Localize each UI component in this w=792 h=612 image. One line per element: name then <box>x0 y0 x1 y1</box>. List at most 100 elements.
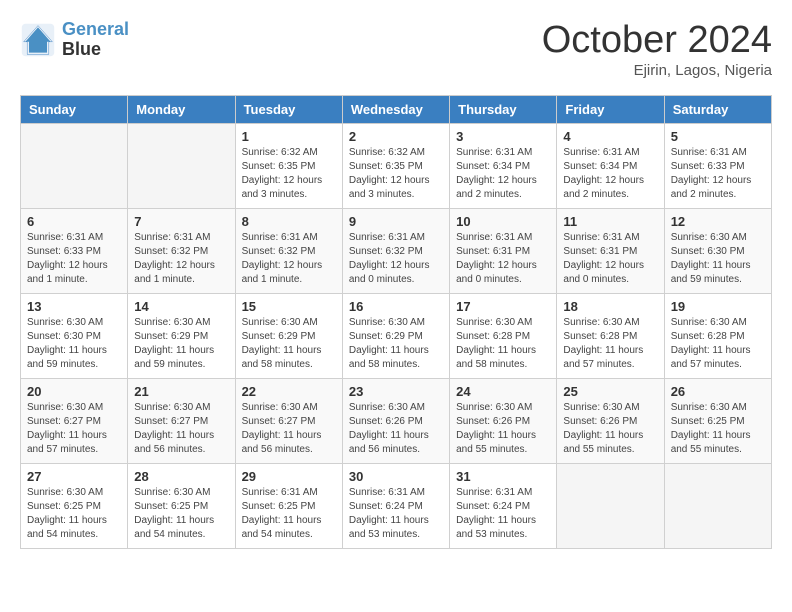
calendar-cell: 25 Sunrise: 6:30 AMSunset: 6:26 PMDayligh… <box>557 378 664 463</box>
day-number: 5 <box>671 129 765 144</box>
cell-info: Sunrise: 6:31 AMSunset: 6:31 PMDaylight:… <box>456 231 550 287</box>
day-number: 24 <box>456 384 550 399</box>
calendar-cell: 9 Sunrise: 6:31 AMSunset: 6:32 PMDaylight… <box>342 208 449 293</box>
calendar-week-row: 20 Sunrise: 6:30 AMSunset: 6:27 PMDayligh… <box>21 378 772 463</box>
calendar-cell: 3Sunrise: 6:31 AMSunset: 6:34 PMDaylight… <box>450 123 557 208</box>
day-number: 22 <box>242 384 336 399</box>
day-number: 26 <box>671 384 765 399</box>
cell-info: Sunrise: 6:31 AMSunset: 6:32 PMDaylight:… <box>134 231 228 287</box>
cell-info: Sunrise: 6:30 AMSunset: 6:29 PMDaylight:… <box>349 316 443 372</box>
calendar-week-row: 6 Sunrise: 6:31 AMSunset: 6:33 PMDaylight… <box>21 208 772 293</box>
calendar-cell: 15Sunrise: 6:30 AMSunset: 6:29 PMDayligh… <box>235 293 342 378</box>
calendar-table: SundayMondayTuesdayWednesdayThursdayFrid… <box>20 95 772 549</box>
month-title: October 2024 <box>542 20 772 62</box>
calendar-cell: 28Sunrise: 6:30 AMSunset: 6:25 PMDayligh… <box>128 463 235 548</box>
logo-icon <box>20 22 56 58</box>
day-number: 20 <box>27 384 121 399</box>
cell-info: Sunrise: 6:30 AMSunset: 6:28 PMDaylight:… <box>563 316 657 372</box>
cell-info: Sunrise: 6:30 AMSunset: 6:27 PMDaylight:… <box>134 401 228 457</box>
calendar-cell: 13 Sunrise: 6:30 AMSunset: 6:30 PMDayligh… <box>21 293 128 378</box>
day-number: 14 <box>134 299 228 314</box>
calendar-cell: 23Sunrise: 6:30 AMSunset: 6:26 PMDayligh… <box>342 378 449 463</box>
day-number: 17 <box>456 299 550 314</box>
page-header: General Blue October 2024 Ejirin, Lagos,… <box>20 20 772 79</box>
calendar-cell: 31 Sunrise: 6:31 AMSunset: 6:24 PMDayligh… <box>450 463 557 548</box>
calendar-cell: 24 Sunrise: 6:30 AMSunset: 6:26 PMDayligh… <box>450 378 557 463</box>
cell-info: Sunrise: 6:31 AMSunset: 6:24 PMDaylight:… <box>456 486 550 542</box>
cell-info: Sunrise: 6:30 AMSunset: 6:27 PMDaylight:… <box>242 401 336 457</box>
cell-info: Sunrise: 6:31 AMSunset: 6:33 PMDaylight:… <box>671 146 765 202</box>
day-number: 19 <box>671 299 765 314</box>
cell-info: Sunrise: 6:30 AMSunset: 6:26 PMDaylight:… <box>456 401 550 457</box>
cell-info: Sunrise: 6:30 AMSunset: 6:30 PMDaylight:… <box>671 231 765 287</box>
day-number: 31 <box>456 469 550 484</box>
cell-info: Sunrise: 6:30 AMSunset: 6:26 PMDaylight:… <box>563 401 657 457</box>
cell-info: Sunrise: 6:32 AMSunset: 6:35 PMDaylight:… <box>349 146 443 202</box>
day-number: 21 <box>134 384 228 399</box>
cell-info: Sunrise: 6:30 AMSunset: 6:29 PMDaylight:… <box>242 316 336 372</box>
calendar-cell: 1 Sunrise: 6:32 AMSunset: 6:35 PMDaylight… <box>235 123 342 208</box>
day-number: 16 <box>349 299 443 314</box>
calendar-cell: 11Sunrise: 6:31 AMSunset: 6:31 PMDayligh… <box>557 208 664 293</box>
calendar-cell: 7 Sunrise: 6:31 AMSunset: 6:32 PMDaylight… <box>128 208 235 293</box>
calendar-cell: 30Sunrise: 6:31 AMSunset: 6:24 PMDayligh… <box>342 463 449 548</box>
calendar-cell: 16 Sunrise: 6:30 AMSunset: 6:29 PMDayligh… <box>342 293 449 378</box>
calendar-cell: 29 Sunrise: 6:31 AMSunset: 6:25 PMDayligh… <box>235 463 342 548</box>
calendar-cell: 2 Sunrise: 6:32 AMSunset: 6:35 PMDaylight… <box>342 123 449 208</box>
cell-info: Sunrise: 6:31 AMSunset: 6:33 PMDaylight:… <box>27 231 121 287</box>
calendar-cell: 27Sunrise: 6:30 AMSunset: 6:25 PMDayligh… <box>21 463 128 548</box>
calendar-week-row: 1 Sunrise: 6:32 AMSunset: 6:35 PMDaylight… <box>21 123 772 208</box>
day-number: 10 <box>456 214 550 229</box>
logo-text: General Blue <box>62 20 129 60</box>
cell-info: Sunrise: 6:30 AMSunset: 6:25 PMDaylight:… <box>671 401 765 457</box>
day-number: 18 <box>563 299 657 314</box>
calendar-cell: 10 Sunrise: 6:31 AMSunset: 6:31 PMDayligh… <box>450 208 557 293</box>
day-number: 1 <box>242 129 336 144</box>
logo: General Blue <box>20 20 129 60</box>
location: Ejirin, Lagos, Nigeria <box>542 62 772 79</box>
calendar-cell: 6 Sunrise: 6:31 AMSunset: 6:33 PMDaylight… <box>21 208 128 293</box>
calendar-cell: 22 Sunrise: 6:30 AMSunset: 6:27 PMDayligh… <box>235 378 342 463</box>
day-number: 29 <box>242 469 336 484</box>
day-number: 11 <box>563 214 657 229</box>
cell-info: Sunrise: 6:30 AMSunset: 6:29 PMDaylight:… <box>134 316 228 372</box>
cell-info: Sunrise: 6:30 AMSunset: 6:27 PMDaylight:… <box>27 401 121 457</box>
calendar-week-row: 27Sunrise: 6:30 AMSunset: 6:25 PMDayligh… <box>21 463 772 548</box>
cell-info: Sunrise: 6:31 AMSunset: 6:25 PMDaylight:… <box>242 486 336 542</box>
cell-info: Sunrise: 6:30 AMSunset: 6:28 PMDaylight:… <box>456 316 550 372</box>
calendar-cell: 20 Sunrise: 6:30 AMSunset: 6:27 PMDayligh… <box>21 378 128 463</box>
day-number: 25 <box>563 384 657 399</box>
cell-info: Sunrise: 6:30 AMSunset: 6:30 PMDaylight:… <box>27 316 121 372</box>
cell-info: Sunrise: 6:31 AMSunset: 6:32 PMDaylight:… <box>242 231 336 287</box>
day-number: 9 <box>349 214 443 229</box>
day-number: 8 <box>242 214 336 229</box>
day-number: 13 <box>27 299 121 314</box>
day-number: 2 <box>349 129 443 144</box>
day-number: 12 <box>671 214 765 229</box>
day-number: 6 <box>27 214 121 229</box>
calendar-cell <box>21 123 128 208</box>
calendar-cell: 12 Sunrise: 6:30 AMSunset: 6:30 PMDayligh… <box>664 208 771 293</box>
calendar-cell: 19 Sunrise: 6:30 AMSunset: 6:28 PMDayligh… <box>664 293 771 378</box>
calendar-cell: 17 Sunrise: 6:30 AMSunset: 6:28 PMDayligh… <box>450 293 557 378</box>
weekday-header: Sunday <box>21 95 128 123</box>
weekday-header: Tuesday <box>235 95 342 123</box>
day-number: 28 <box>134 469 228 484</box>
calendar-cell: 4 Sunrise: 6:31 AMSunset: 6:34 PMDaylight… <box>557 123 664 208</box>
cell-info: Sunrise: 6:31 AMSunset: 6:32 PMDaylight:… <box>349 231 443 287</box>
calendar-cell: 8 Sunrise: 6:31 AMSunset: 6:32 PMDaylight… <box>235 208 342 293</box>
day-number: 7 <box>134 214 228 229</box>
cell-info: Sunrise: 6:32 AMSunset: 6:35 PMDaylight:… <box>242 146 336 202</box>
calendar-cell: 14 Sunrise: 6:30 AMSunset: 6:29 PMDayligh… <box>128 293 235 378</box>
cell-info: Sunrise: 6:31 AMSunset: 6:34 PMDaylight:… <box>456 146 550 202</box>
cell-info: Sunrise: 6:30 AMSunset: 6:28 PMDaylight:… <box>671 316 765 372</box>
calendar-cell <box>664 463 771 548</box>
calendar-cell: 26 Sunrise: 6:30 AMSunset: 6:25 PMDayligh… <box>664 378 771 463</box>
cell-info: Sunrise: 6:31 AMSunset: 6:24 PMDaylight:… <box>349 486 443 542</box>
calendar-cell <box>557 463 664 548</box>
cell-info: Sunrise: 6:31 AMSunset: 6:34 PMDaylight:… <box>563 146 657 202</box>
calendar-cell <box>128 123 235 208</box>
weekday-header: Wednesday <box>342 95 449 123</box>
day-number: 4 <box>563 129 657 144</box>
weekday-header: Monday <box>128 95 235 123</box>
